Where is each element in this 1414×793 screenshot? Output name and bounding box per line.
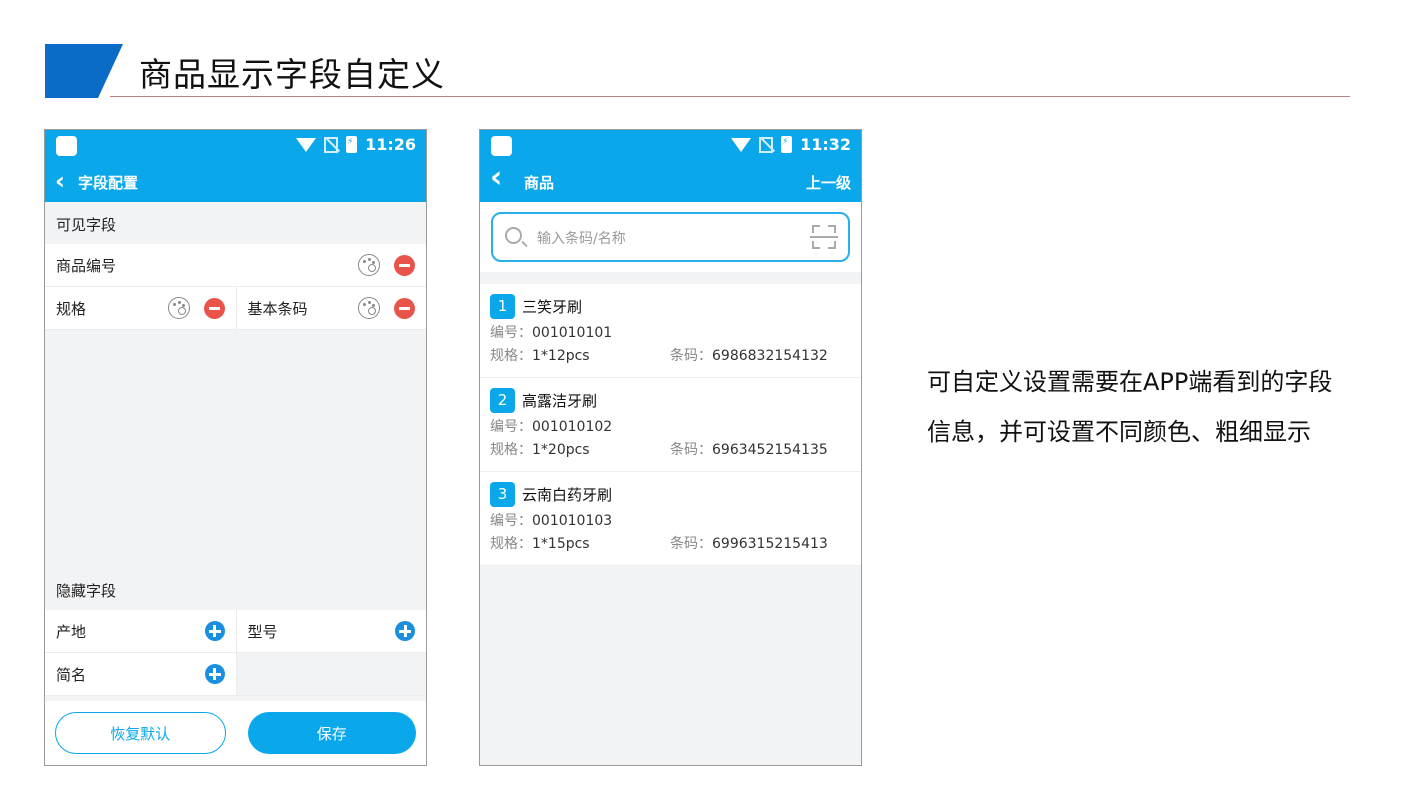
item-index-badge: 3 <box>490 481 515 507</box>
search-icon <box>505 227 522 244</box>
description-line: 可自定义设置需要在APP端看到的字段 <box>927 368 1333 396</box>
code-key: 编号： <box>490 325 532 341</box>
field-label: 基本条码 <box>247 299 308 318</box>
phone-product-list: 11:32 ‹ 商品 上一级 输入条码/名称 1 三笑牙刷 编号：0010101… <box>479 129 862 766</box>
back-icon[interactable]: ‹ <box>55 169 65 193</box>
list-item[interactable]: 2 高露洁牙刷 编号：001010102 规格：1*20pcs 条码：69634… <box>480 378 861 472</box>
add-icon[interactable] <box>204 664 225 684</box>
empty-cell <box>235 653 426 695</box>
item-barcode: 6996315215413 <box>712 536 828 552</box>
remove-icon[interactable] <box>394 297 415 319</box>
header-divider <box>110 96 1350 97</box>
slide-title: 商品显示字段自定义 <box>139 55 445 94</box>
header-accent-shape <box>45 44 123 98</box>
spec-key: 规格： <box>490 442 532 458</box>
field-item[interactable]: 简名 <box>45 653 236 695</box>
item-index-badge: 2 <box>490 387 515 413</box>
palette-icon[interactable] <box>358 254 380 276</box>
palette-icon[interactable] <box>358 297 380 319</box>
search-input[interactable]: 输入条码/名称 <box>491 212 850 262</box>
barcode-key: 条码： <box>670 536 712 552</box>
add-icon[interactable] <box>395 621 415 641</box>
phone-field-config: 11:26 ‹ 字段配置 可见字段 商品编号 规格 基本条码 <box>44 129 427 766</box>
notification-icon <box>491 136 512 156</box>
no-sim-icon <box>324 136 339 153</box>
search-area: 输入条码/名称 <box>480 202 861 272</box>
status-bar: 11:26 <box>45 130 426 162</box>
battery-icon <box>346 136 358 153</box>
wifi-icon <box>296 137 317 152</box>
spec-key: 规格： <box>490 348 532 364</box>
item-spec: 1*20pcs <box>532 442 590 458</box>
field-row: 简名 <box>45 653 426 696</box>
parent-level-button[interactable]: 上一级 <box>806 172 851 193</box>
add-icon[interactable] <box>204 621 225 641</box>
status-bar: 11:32 <box>480 130 861 162</box>
item-barcode: 6963452154135 <box>712 442 828 458</box>
field-item[interactable]: 商品编号 <box>45 244 426 286</box>
field-row: 产地 型号 <box>45 610 426 653</box>
wifi-icon <box>731 137 752 152</box>
item-code: 001010101 <box>532 325 613 341</box>
description-line: 信息，并可设置不同颜色、粗细显示 <box>927 418 1311 446</box>
field-item[interactable]: 基本条码 <box>235 287 427 329</box>
list-item[interactable]: 1 三笑牙刷 编号：001010101 规格：1*12pcs 条码：698683… <box>480 284 861 378</box>
no-sim-icon <box>759 136 774 153</box>
item-barcode: 6986832154132 <box>712 348 828 364</box>
item-name: 云南白药牙刷 <box>522 485 613 504</box>
field-row: 规格 基本条码 <box>45 287 426 330</box>
notification-icon <box>56 136 77 156</box>
status-time: 11:26 <box>365 135 416 154</box>
bottom-action-bar: 恢复默认 保存 <box>45 701 426 765</box>
save-button[interactable]: 保存 <box>247 712 416 754</box>
field-label: 商品编号 <box>56 256 117 275</box>
field-label: 型号 <box>247 622 278 641</box>
battery-icon <box>781 136 793 153</box>
palette-icon[interactable] <box>167 297 190 319</box>
app-bar: ‹ 字段配置 <box>45 162 426 202</box>
slide: 商品显示字段自定义 11:26 ‹ 字段配置 可见字段 商品编号 <box>0 0 1414 793</box>
remove-icon[interactable] <box>394 254 415 276</box>
search-placeholder: 输入条码/名称 <box>537 231 626 247</box>
field-row: 商品编号 <box>45 244 426 287</box>
page-title: 字段配置 <box>78 174 139 192</box>
item-code: 001010103 <box>532 513 613 529</box>
app-bar: ‹ 商品 上一级 <box>480 162 861 202</box>
spec-key: 规格： <box>490 536 532 552</box>
status-time: 11:32 <box>800 135 851 154</box>
scan-icon[interactable] <box>810 225 838 249</box>
field-item[interactable]: 型号 <box>235 610 427 652</box>
item-name: 三笑牙刷 <box>522 297 583 316</box>
remove-icon[interactable] <box>203 297 225 319</box>
field-label: 产地 <box>56 622 87 641</box>
page-title: 商品 <box>524 174 555 192</box>
back-icon[interactable]: ‹ <box>490 163 502 193</box>
hidden-fields-label: 隐藏字段 <box>56 582 117 600</box>
visible-fields-label: 可见字段 <box>56 216 117 234</box>
reset-default-button[interactable]: 恢复默认 <box>55 712 226 754</box>
item-spec: 1*12pcs <box>532 348 590 364</box>
barcode-key: 条码： <box>670 348 712 364</box>
barcode-key: 条码： <box>670 442 712 458</box>
field-item[interactable]: 规格 <box>45 287 236 329</box>
code-key: 编号： <box>490 419 532 435</box>
item-name: 高露洁牙刷 <box>522 391 598 410</box>
code-key: 编号： <box>490 513 532 529</box>
list-item[interactable]: 3 云南白药牙刷 编号：001010103 规格：1*15pcs 条码：6996… <box>480 472 861 566</box>
item-code: 001010102 <box>532 419 613 435</box>
item-index-badge: 1 <box>490 293 515 319</box>
field-item[interactable]: 产地 <box>45 610 236 652</box>
description-text: 可自定义设置需要在APP端看到的字段 信息，并可设置不同颜色、粗细显示 <box>927 357 1387 457</box>
field-label: 规格 <box>56 299 87 318</box>
field-label: 简名 <box>56 665 87 684</box>
item-spec: 1*15pcs <box>532 536 590 552</box>
